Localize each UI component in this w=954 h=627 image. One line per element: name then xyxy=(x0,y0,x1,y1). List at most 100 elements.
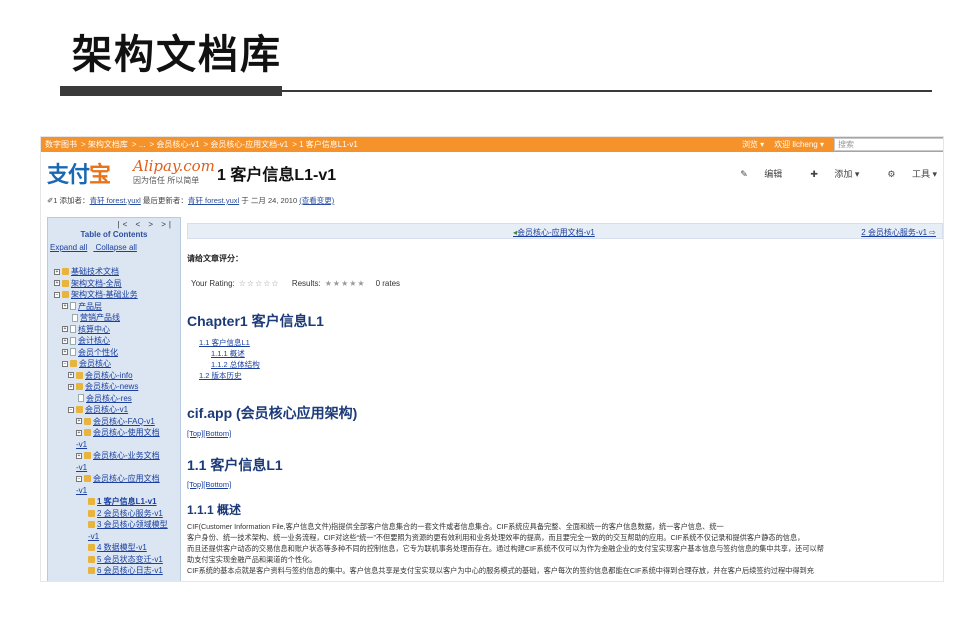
view-changes-link[interactable]: (查看变更) xyxy=(299,196,334,205)
tools-button[interactable]: ⚙ 工具 ▾ xyxy=(873,167,937,180)
paragraph-line: 客户身份、统一技术架构、统一业务流程，CIF对这些“统一”不但要照为资源的更有效… xyxy=(187,533,805,542)
tree-item[interactable]: + 基础技术文档 xyxy=(48,266,180,278)
rating-prompt: 请给文章评分： xyxy=(187,254,243,263)
expand-all-link[interactable]: Expand all xyxy=(50,243,87,252)
folder-icon xyxy=(84,417,91,425)
tree-item[interactable]: 6 会员核心日志-v1 xyxy=(48,565,180,577)
tree-item-cont[interactable]: -v1 xyxy=(48,531,180,543)
page-toc: 1.1 客户信息L1 1.1.1 概述 1.1.2 总体结构 1.2 版本历史 xyxy=(199,337,260,381)
breadcrumb-item[interactable]: ... xyxy=(139,140,146,149)
collapse-icon[interactable]: − xyxy=(54,291,60,298)
toc-link[interactable]: 1.1.1 概述 xyxy=(199,348,260,359)
alipay-logo: 支付宝 xyxy=(47,157,117,188)
paragraph-line: 助支付宝实现金融产品和渠道的个性化。 xyxy=(187,555,317,564)
results-stars-icon: ★★★★★ xyxy=(324,279,366,288)
breadcrumb-item[interactable]: 数字图书 xyxy=(45,140,77,149)
page-icon xyxy=(70,348,76,357)
tree-item[interactable]: 营销产品线 xyxy=(48,312,180,324)
results-label: Results: xyxy=(291,279,321,288)
folder-icon xyxy=(88,521,95,529)
title-underline-bold xyxy=(60,86,282,96)
tree-item[interactable]: + 会员个性化 xyxy=(48,347,180,359)
next-page-link[interactable]: 2 会员核心服务-v1 ⇨ xyxy=(861,227,936,238)
editor-link[interactable]: 青轩 forest.yuxl xyxy=(188,196,239,205)
search-input[interactable]: 搜索 xyxy=(834,138,943,151)
tree-item-label: 营销产品线 xyxy=(80,313,120,322)
user-menu[interactable]: 欢迎 llcheng ▾ xyxy=(774,137,824,152)
breadcrumb-item[interactable]: 会员核心-v1 xyxy=(156,140,199,149)
toc-link[interactable]: 1.2 版本历史 xyxy=(199,370,260,381)
expand-icon[interactable]: + xyxy=(62,326,68,333)
tree-item[interactable]: + 会员核心-FAQ-v1 xyxy=(48,416,180,428)
expand-icon[interactable]: + xyxy=(62,303,68,310)
top-bottom-link[interactable]: [Top][Bottom] xyxy=(187,429,231,438)
prev-page-link[interactable]: ◂会员核心-应用文档-v1 xyxy=(513,227,595,238)
tree-item[interactable]: 会员核心-res xyxy=(48,393,180,405)
tree-item[interactable]: + 会员核心-业务文档 xyxy=(48,450,180,462)
breadcrumb-item[interactable]: 会员核心-应用文档-v1 xyxy=(210,140,288,149)
expand-icon[interactable]: + xyxy=(62,337,68,344)
tree-item[interactable]: + 会员核心-news xyxy=(48,381,180,393)
tree-item[interactable]: 3 会员核心领域模型 xyxy=(48,519,180,531)
slide-title: 架构文档库 xyxy=(72,32,282,78)
tree-item[interactable]: 4 数据模型-v1 xyxy=(48,542,180,554)
tree-item[interactable]: 2 会员核心服务-v1 xyxy=(48,508,180,520)
tree-item-label: 会员核心-v1 xyxy=(85,405,129,414)
tree-item[interactable]: + 会员核心-info xyxy=(48,370,180,382)
arrow-right-icon: ⇨ xyxy=(929,228,936,237)
folder-icon xyxy=(62,291,69,299)
tree-item-label: 会员个性化 xyxy=(78,347,118,357)
tree-item[interactable]: 5 会员状态变迁-v1 xyxy=(48,554,180,566)
breadcrumb-item[interactable]: 架构文档库 xyxy=(88,140,128,149)
tree-item[interactable]: − 会员核心-应用文档 xyxy=(48,473,180,485)
tree-item-cont[interactable]: -v1 xyxy=(48,485,180,497)
folder-icon xyxy=(88,498,95,506)
tree-item-label: 会计核心 xyxy=(78,336,110,345)
edit-button[interactable]: ✎ 编辑 xyxy=(726,167,782,180)
tree-item[interactable]: + 会员核心-使用文档 xyxy=(48,427,180,439)
add-button[interactable]: ✚ 添加 ▾ xyxy=(796,167,859,180)
collapse-icon[interactable]: − xyxy=(76,475,82,482)
toc-link[interactable]: 1.1.2 总体结构 xyxy=(199,359,260,370)
collapse-icon[interactable]: − xyxy=(62,360,68,367)
toc-sidebar: |< < > >| Table of Contents Expand all C… xyxy=(47,217,181,581)
tree-item[interactable]: + 架构文档-全局 xyxy=(48,278,180,290)
sidebar-nav-arrows[interactable]: |< < > >| xyxy=(48,218,180,229)
expand-icon[interactable]: + xyxy=(68,372,74,379)
section-title: 1.1 客户信息L1 xyxy=(187,457,283,473)
tree-item[interactable]: − 架构文档-基础业务 xyxy=(48,289,180,301)
tree-item-label: 会员核心 xyxy=(79,359,111,368)
collapse-all-link[interactable]: Collapse all xyxy=(96,243,137,252)
expand-icon[interactable]: + xyxy=(76,452,82,459)
toc-link[interactable]: 1.1 客户信息L1 xyxy=(199,337,260,348)
author-link[interactable]: 青轩 forest.yuxl xyxy=(90,196,141,205)
tree-item[interactable]: − 会员核心 xyxy=(48,358,180,370)
tree-item-cont[interactable]: -v1 xyxy=(48,439,180,451)
tree-item[interactable]: + 核算中心 xyxy=(48,324,180,336)
top-bottom-link[interactable]: [Top][Bottom] xyxy=(187,480,231,489)
expand-icon[interactable]: + xyxy=(62,349,68,356)
expand-icon[interactable]: + xyxy=(54,280,60,287)
tree-item-label: 核算中心 xyxy=(78,324,110,334)
tree-item-cont[interactable]: -v1 xyxy=(48,462,180,474)
tree-item[interactable]: − 会员核心-v1 xyxy=(48,404,180,416)
tree-item[interactable]: + 会计核心 xyxy=(48,335,180,347)
page-title: 1 客户信息L1-v1 xyxy=(217,167,337,184)
meta-date: 于 二月 24, 2010 xyxy=(241,196,298,205)
browse-menu[interactable]: 浏览 ▾ xyxy=(742,137,764,152)
tree-item[interactable]: + 产品层 xyxy=(48,301,180,313)
tree-item-label: 架构文档-基础业务 xyxy=(71,290,138,299)
expand-icon[interactable]: + xyxy=(68,383,74,390)
expand-icon[interactable]: + xyxy=(76,418,82,425)
tree-item-label: 会员核心-res xyxy=(86,393,132,403)
rating-stars[interactable]: ☆☆☆☆☆ xyxy=(239,279,280,288)
page-content: ◂会员核心-应用文档-v1 2 会员核心服务-v1 ⇨ 请给文章评分： Your… xyxy=(187,223,943,581)
pencil-icon: ✎ xyxy=(740,169,751,179)
tree-item-selected[interactable]: 1 客户信息L1-v1 xyxy=(48,496,180,508)
expand-icon[interactable]: + xyxy=(54,268,60,275)
collapse-icon[interactable]: − xyxy=(68,406,74,413)
meta-prefix: 1 添加者： xyxy=(53,196,90,205)
folder-icon xyxy=(84,429,91,437)
expand-icon[interactable]: + xyxy=(76,429,82,436)
breadcrumb-item[interactable]: 1 客户信息L1-v1 xyxy=(299,140,358,149)
